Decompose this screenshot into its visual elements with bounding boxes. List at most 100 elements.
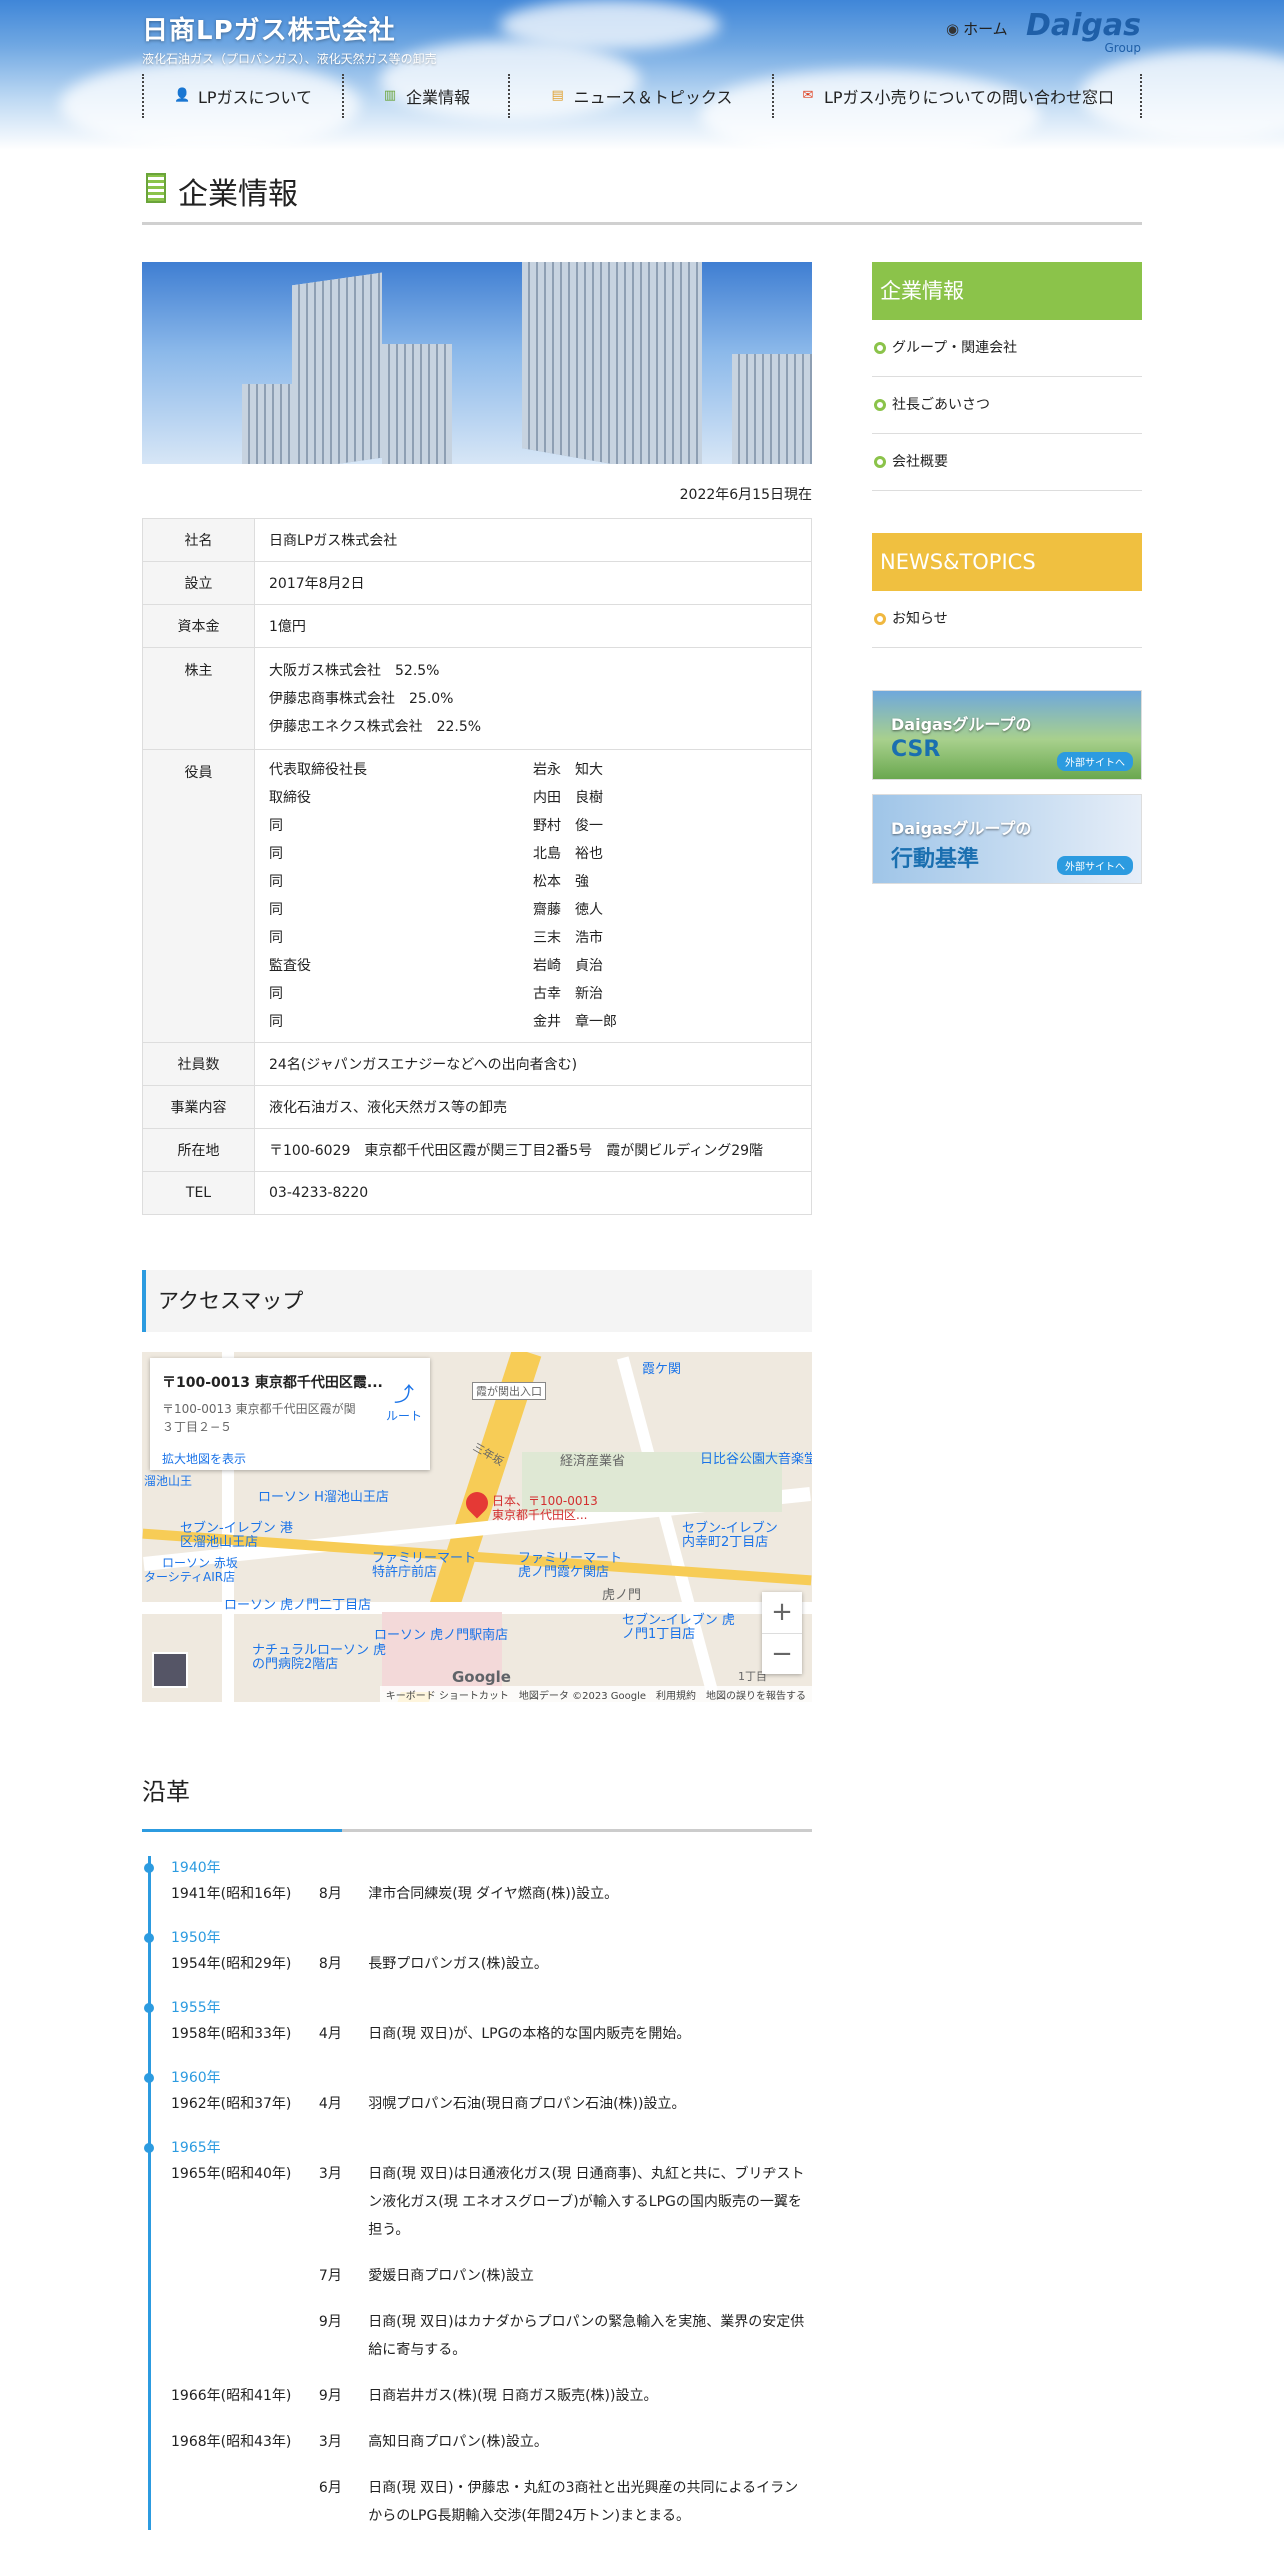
directions-button[interactable]: ⤴ ルート [386, 1378, 422, 1424]
event-month: 4月 [318, 2026, 342, 2042]
event-month: 8月 [318, 1956, 342, 1972]
decade-label: 1960年 [144, 2066, 812, 2090]
officer-title: 同 [269, 874, 283, 890]
sidebar-item-overview[interactable]: 会社概要 [872, 434, 1142, 491]
nav-label: LPガスについて [197, 88, 313, 107]
nav-label: LPガス小売りについての問い合わせ窓口 [823, 88, 1115, 107]
map-poi[interactable]: 霞ケ関 [642, 1358, 681, 1377]
external-link-badge: 外部サイトへ [1057, 752, 1133, 771]
building-icon: ▥ [383, 88, 397, 103]
site-header: 日商LPガス株式会社 液化石油ガス（プロパンガス）、液化天然ガス等の卸売 ◉ ホー… [142, 0, 1142, 125]
decade-label: 1950年 [144, 1926, 812, 1950]
officer-name: 齋藤 徳人 [533, 902, 603, 918]
event-month: 3月 [318, 2166, 342, 2182]
map-poi: 霞が関出入口 [472, 1382, 546, 1400]
event-month: 9月 [318, 2314, 342, 2330]
event-desc: 日商(現 双日)は日通液化ガス(現 日通商事)、丸紅と共に、ブリヂストン液化ガス… [368, 2166, 805, 2238]
timeline-event: 7月 愛媛日商プロパン(株)設立 [171, 2262, 812, 2290]
heading-accent [142, 1829, 342, 1832]
row-label: 設立 [142, 561, 255, 605]
nav-company[interactable]: ▥ 企業情報 [342, 74, 508, 118]
home-icon: ◉ [946, 19, 960, 38]
map-poi[interactable]: ファミリーマート 特許庁前店 [372, 1552, 492, 1580]
banner-title: 行動基準 [891, 847, 980, 872]
event-year [171, 2262, 319, 2290]
officer-title: 同 [269, 1014, 283, 1030]
map-poi[interactable]: ローソン H溜池山王店 [258, 1486, 389, 1505]
row-label: 役員 [142, 749, 255, 1043]
map-zoom-control: + − [762, 1592, 802, 1674]
google-logo: Google [452, 1668, 511, 1686]
sidebar: 企業情報 グループ・関連会社 社長ごあいさつ 会社概要 NEWS&TOPICS … [872, 262, 1142, 884]
map-poi[interactable]: ローソン 虎ノ門二丁目店 [224, 1594, 371, 1613]
home-label: ホーム [963, 20, 1008, 38]
telephone: 03-4233-8220 [254, 1171, 812, 1215]
map-marker-label: 日本、〒100-0013 東京都千代田区... [492, 1494, 598, 1522]
site-logo[interactable]: 日商LPガス株式会社 [142, 10, 396, 47]
sidebar-item-group[interactable]: グループ・関連会社 [872, 320, 1142, 377]
event-year: 1968年(昭和43年) [171, 2434, 292, 2450]
map-poi[interactable]: 経済産業省 [560, 1450, 625, 1469]
timeline-event: 1962年(昭和37年) 4月 羽幌プロパン石油(現日商プロパン石油(株))設立。 [171, 2090, 812, 2118]
view-larger-map-link[interactable]: 拡大地図を表示 [162, 1450, 246, 1467]
company-info-table: 社名 日商LPガス株式会社 設立 2017年8月2日 資本金 1億円 株主 大阪ガス株… [142, 518, 812, 1215]
sidebar-link-label: グループ・関連会社 [892, 339, 1018, 356]
officer-title: 同 [269, 846, 283, 862]
zoom-out-button[interactable]: − [762, 1633, 802, 1674]
code-of-conduct-banner[interactable]: Daigasグループの 行動基準 外部サイトへ [872, 794, 1142, 884]
row-label: 所在地 [142, 1128, 255, 1172]
map-poi[interactable]: ファミリーマート 虎ノ門霞ケ関店 [518, 1552, 638, 1580]
capital: 1億円 [254, 604, 812, 648]
main-content: 2022年6月15日現在 社名 日商LPガス株式会社 設立 2017年8月2日 資本… [142, 262, 812, 2548]
officer-name: 三末 浩市 [533, 930, 603, 946]
timeline-event: 1965年(昭和40年) 3月 日商(現 双日)は日通液化ガス(現 日通商事)、丸紅… [171, 2160, 812, 2244]
staff-count: 24名(ジャパンガスエナジーなどへの出向者含む) [254, 1042, 812, 1086]
map-poi[interactable]: 溜池山王 [144, 1472, 192, 1489]
shareholder: 伊藤忠商事株式会社 25.0% [269, 690, 454, 707]
access-map-heading: アクセスマップ [142, 1270, 812, 1332]
nav-label: 企業情報 [405, 88, 470, 107]
event-month: 3月 [318, 2434, 342, 2450]
officer-name: 内田 良樹 [533, 790, 603, 806]
map-poi[interactable]: セブン-イレブン 内幸町2丁目店 [682, 1522, 792, 1550]
event-month: 9月 [318, 2388, 342, 2404]
map-poi[interactable]: ローソン 虎ノ門駅南店 [374, 1624, 508, 1643]
map-poi[interactable]: セブン-イレブン 虎ノ門1丁目店 [622, 1614, 742, 1642]
google-map[interactable]: 〒100-0013 東京都千代田区霞... 〒100-0013 東京都千代田区霞… [142, 1352, 812, 1702]
brand-sub: Group [1104, 41, 1142, 55]
map-poi[interactable]: ナチュラルローソン 虎の門病院2階店 [252, 1644, 392, 1672]
row-label: 社名 [142, 518, 255, 562]
officer-title: 代表取締役社長 [269, 762, 367, 778]
timeline-event: 1968年(昭和43年) 3月 高知日商プロパン(株)設立。 [171, 2428, 812, 2456]
nav-news[interactable]: ▤ ニュース＆トピックス [508, 74, 772, 118]
banner-text: Daigasグループの [891, 819, 1032, 838]
zoom-in-button[interactable]: + [762, 1592, 802, 1633]
event-year: 1962年(昭和37年) [171, 2096, 292, 2112]
page-title: 企業情報 [178, 177, 298, 212]
bullet-icon [874, 456, 886, 468]
event-desc: 羽幌プロパン石油(現日商プロパン石油(株))設立。 [368, 2096, 686, 2112]
directions-icon: ⤴ [394, 1382, 414, 1406]
event-desc: 日商(現 双日)が、LPGの本格的な国内販売を開始。 [368, 2026, 691, 2042]
bullet-icon [874, 399, 886, 411]
sidebar-link-label: 会社概要 [892, 453, 948, 470]
home-link[interactable]: ◉ ホーム [946, 18, 1008, 39]
nav-lpgas[interactable]: 👤 LPガスについて [142, 74, 342, 118]
event-year: 1941年(昭和16年) [171, 1886, 292, 1902]
daigas-logo[interactable]: Daigas Group [1026, 10, 1142, 55]
street-view-thumbnail[interactable] [152, 1652, 188, 1688]
map-footer[interactable]: キーボード ショートカット 地図データ ©2023 Google 利用規約 地図… [379, 1686, 812, 1702]
event-desc: 高知日商プロパン(株)設立。 [368, 2434, 548, 2450]
shareholders: 大阪ガス株式会社 52.5% 伊藤忠商事株式会社 25.0% 伊藤忠エネクス株式… [254, 647, 812, 750]
history-heading: 沿革 [142, 1772, 812, 1832]
sidebar-item-message[interactable]: 社長ごあいさつ [872, 377, 1142, 434]
event-year [171, 2308, 319, 2364]
csr-banner[interactable]: Daigasグループの CSR 外部サイトへ [872, 690, 1142, 780]
map-poi[interactable]: セブン-イレブン 港区溜池山王店 [180, 1522, 300, 1550]
history-section: 沿革 1940年 1941年(昭和16年) 8月 津市合同練炭(現 ダイヤ燃商(株)… [142, 1772, 812, 2530]
map-poi[interactable]: 日比谷公園大音楽堂 [700, 1448, 812, 1467]
officer-title: 同 [269, 818, 283, 834]
sidebar-item-notices[interactable]: お知らせ [872, 591, 1142, 648]
nav-contact[interactable]: ✉ LPガス小売りについての問い合わせ窓口 [772, 74, 1142, 118]
map-poi[interactable]: ローソン 赤坂 [162, 1554, 238, 1571]
